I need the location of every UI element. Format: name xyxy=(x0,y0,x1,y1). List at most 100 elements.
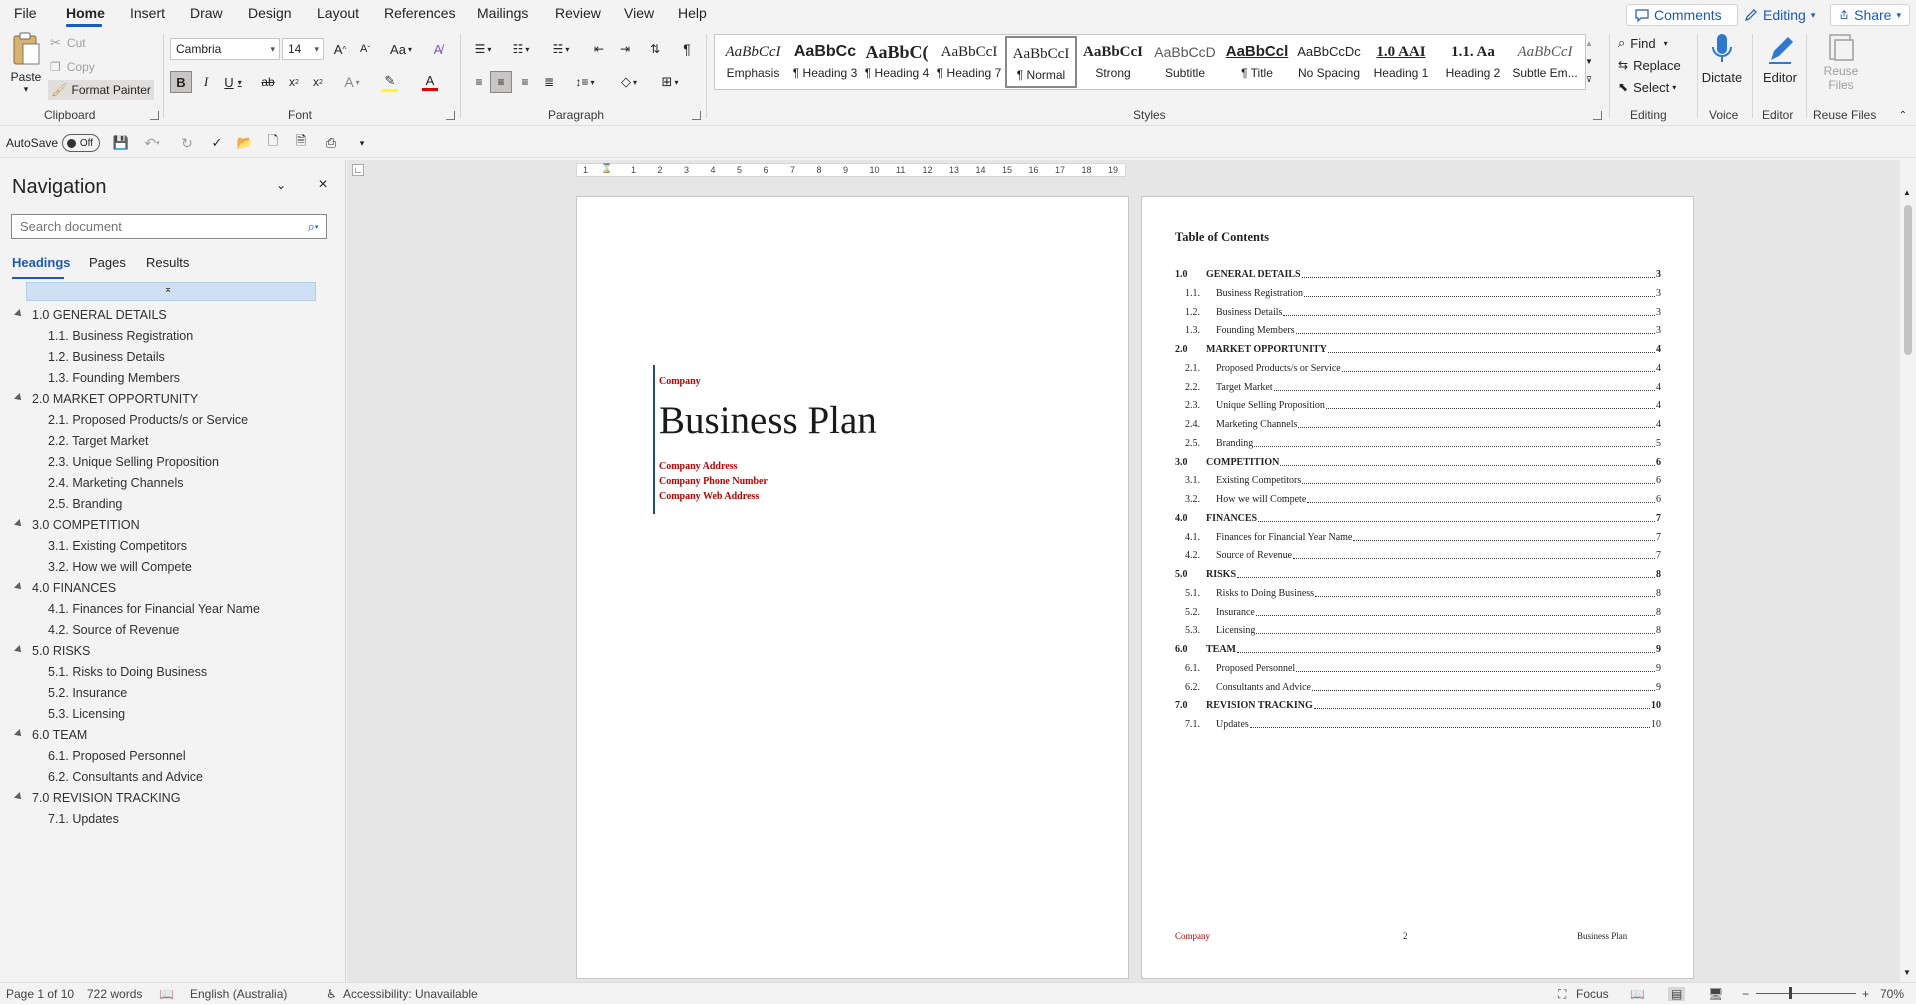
nav-heading-item[interactable]: 1.0 GENERAL DETAILS xyxy=(32,308,167,322)
toc-entry[interactable]: 1.2. Business Details 3 xyxy=(1175,307,1661,318)
print-preview-icon[interactable]: 🗎 xyxy=(292,133,310,152)
style-heading-3[interactable]: AaBbCc ¶ Heading 3 xyxy=(789,36,861,88)
cover-web[interactable]: Company Web Address xyxy=(659,491,759,502)
nav-subheading-item[interactable]: 4.2. Source of Revenue xyxy=(48,623,179,637)
styles-scroll-up[interactable]: ▲ xyxy=(1582,34,1596,52)
nav-subheading-item[interactable]: 6.2. Consultants and Advice xyxy=(48,770,203,784)
zoom-slider-thumb[interactable] xyxy=(1789,987,1792,999)
font-size-combo[interactable]: 14 ▾ xyxy=(282,38,324,60)
nav-subheading-item[interactable]: 2.2. Target Market xyxy=(48,434,149,448)
styles-scroll-down[interactable]: ▼ xyxy=(1582,52,1596,70)
find-button[interactable]: ⌕ Find ▾ xyxy=(1618,33,1668,53)
toc-entry[interactable]: 4.2. Source of Revenue 7 xyxy=(1175,550,1661,561)
pane-options-icon[interactable]: ⌄ xyxy=(272,176,290,194)
nav-subheading-item[interactable]: 5.2. Insurance xyxy=(48,686,127,700)
nav-heading-item[interactable]: 4.0 FINANCES xyxy=(32,581,116,595)
save-icon[interactable]: 💾 xyxy=(112,134,130,152)
tab-pages[interactable]: Pages xyxy=(89,255,126,270)
spelling-icon[interactable]: ✓ xyxy=(208,134,226,152)
style-subtle-emphasis[interactable]: AaBbCcI Subtle Em... xyxy=(1509,36,1581,88)
toc-entry[interactable]: 7.1. Updates 10 xyxy=(1175,719,1661,730)
collapse-triangle-icon[interactable] xyxy=(14,393,24,403)
font-color-button[interactable]: A xyxy=(414,71,446,93)
format-painter-button[interactable]: 🖌 Format Painter xyxy=(48,80,154,100)
decrease-indent-button[interactable]: ⇤ xyxy=(588,39,610,59)
toc-entry[interactable]: 2.4. Marketing Channels 4 xyxy=(1175,419,1661,430)
web-layout-icon[interactable]: 🖥 xyxy=(1708,987,1723,1001)
toc-entry[interactable]: 4.0 FINANCES 7 xyxy=(1175,513,1661,524)
nav-subheading-item[interactable]: 1.2. Business Details xyxy=(48,350,165,364)
style-normal[interactable]: AaBbCcI ¶ Normal xyxy=(1005,36,1077,88)
styles-more[interactable]: ⊽ xyxy=(1582,70,1596,88)
style-heading-1[interactable]: 1.0 AAI Heading 1 xyxy=(1365,36,1437,88)
toc-entry[interactable]: 3.2. How we will Compete 6 xyxy=(1175,494,1661,505)
borders-button[interactable]: ⊞ ▾ xyxy=(654,71,686,93)
collapse-triangle-icon[interactable] xyxy=(14,792,24,802)
align-right-button[interactable]: ≡ xyxy=(514,71,536,93)
print-icon[interactable]: ⎙ xyxy=(320,134,342,152)
align-left-button[interactable]: ≡ xyxy=(468,71,490,93)
comments-button[interactable]: Comments xyxy=(1626,4,1738,26)
toc-entry[interactable]: 3.0 COMPETITION 6 xyxy=(1175,457,1661,468)
proofing-icon[interactable]: 📖 xyxy=(159,987,174,1001)
collapse-triangle-icon[interactable] xyxy=(14,519,24,529)
toc-entry[interactable]: 5.1. Risks to Doing Business 8 xyxy=(1175,588,1661,599)
focus-button[interactable]: Focus xyxy=(1576,987,1609,1001)
grow-font-button[interactable]: A ^ xyxy=(330,39,350,59)
show-marks-button[interactable]: ¶ xyxy=(676,39,698,59)
collapse-triangle-icon[interactable] xyxy=(14,582,24,592)
tab-insert[interactable]: Insert xyxy=(130,5,165,21)
search-icon[interactable]: ⌕ ▾ xyxy=(300,217,326,237)
nav-subheading-item[interactable]: 7.1. Updates xyxy=(48,812,119,826)
toc-entry[interactable]: 5.2. Insurance 8 xyxy=(1175,607,1661,618)
cover-phone[interactable]: Company Phone Number xyxy=(659,476,768,487)
justify-button[interactable]: ≣ xyxy=(538,71,560,93)
select-button[interactable]: ⬉ Select ▾ xyxy=(1618,77,1676,97)
horizontal-ruler[interactable]: 1 1 2 3 4 5 6 7 8 9 10 11 12 13 14 15 16 17 18 19 ⌛ xyxy=(576,163,1126,177)
share-button[interactable]: Share ▾ xyxy=(1830,4,1910,26)
nav-subheading-item[interactable]: 4.1. Finances for Financial Year Name xyxy=(48,602,260,616)
style-strong[interactable]: AaBbCcI Strong xyxy=(1077,36,1149,88)
replace-button[interactable]: ⇆ Replace xyxy=(1618,55,1681,75)
paste-button[interactable]: Paste ▾ xyxy=(8,32,44,98)
nav-subheading-item[interactable]: 1.1. Business Registration xyxy=(48,329,193,343)
cover-title[interactable]: Business Plan xyxy=(659,398,877,443)
tab-layout[interactable]: Layout xyxy=(317,5,359,21)
zoom-slider[interactable] xyxy=(1756,993,1856,994)
increase-indent-button[interactable]: ⇥ xyxy=(614,39,636,59)
nav-subheading-item[interactable]: 2.3. Unique Selling Proposition xyxy=(48,455,219,469)
cover-address[interactable]: Company Address xyxy=(659,461,737,472)
sort-button[interactable]: ⇅ xyxy=(644,39,666,59)
editor-button[interactable]: Editor xyxy=(1758,32,1802,98)
accessibility-status[interactable]: Accessibility: Unavailable xyxy=(343,987,478,1001)
style-heading-2[interactable]: 1.1. Aa Heading 2 xyxy=(1437,36,1509,88)
style-title[interactable]: AaBbCcl ¶ Title xyxy=(1221,36,1293,88)
cover-company[interactable]: Company xyxy=(659,376,701,387)
read-mode-icon[interactable]: 📖 xyxy=(1630,987,1645,1001)
tab-references[interactable]: References xyxy=(384,5,456,21)
redo-icon[interactable]: ↻ xyxy=(178,134,196,152)
page-count[interactable]: Page 1 of 10 xyxy=(6,987,74,1001)
nav-heading-item[interactable]: 2.0 MARKET OPPORTUNITY xyxy=(32,392,198,406)
close-icon[interactable]: × xyxy=(314,176,332,194)
dictate-button[interactable]: Dictate xyxy=(1702,32,1742,98)
nav-subheading-item[interactable]: 3.2. How we will Compete xyxy=(48,560,192,574)
clear-formatting-icon[interactable]: A̸ xyxy=(428,39,448,59)
underline-button[interactable]: U ▾ xyxy=(218,71,248,93)
nav-subheading-item[interactable]: 2.1. Proposed Products/s or Service xyxy=(48,413,248,427)
style-no-spacing[interactable]: AaBbCcDc No Spacing xyxy=(1293,36,1365,88)
nav-subheading-item[interactable]: 2.4. Marketing Channels xyxy=(48,476,184,490)
toc-entry[interactable]: 1.0 GENERAL DETAILS 3 xyxy=(1175,269,1661,280)
scroll-thumb[interactable] xyxy=(1904,205,1912,355)
multilevel-list-button[interactable]: ☵ ▾ xyxy=(546,39,576,59)
align-center-button[interactable]: ≡ xyxy=(490,71,512,93)
line-spacing-button[interactable]: ↕≡ ▾ xyxy=(570,71,600,93)
tab-file[interactable]: File xyxy=(14,5,37,21)
tab-mailings[interactable]: Mailings xyxy=(477,5,528,21)
toc-entry[interactable]: 3.1. Existing Competitors 6 xyxy=(1175,475,1661,486)
shading-button[interactable]: ◇ ▾ xyxy=(614,71,644,93)
undo-icon[interactable]: ↶ ▾ xyxy=(140,134,164,152)
toc-entry[interactable]: 2.5. Branding 5 xyxy=(1175,438,1661,449)
tab-help[interactable]: Help xyxy=(678,5,707,21)
indent-marker-icon[interactable]: ⌛ xyxy=(601,163,612,174)
